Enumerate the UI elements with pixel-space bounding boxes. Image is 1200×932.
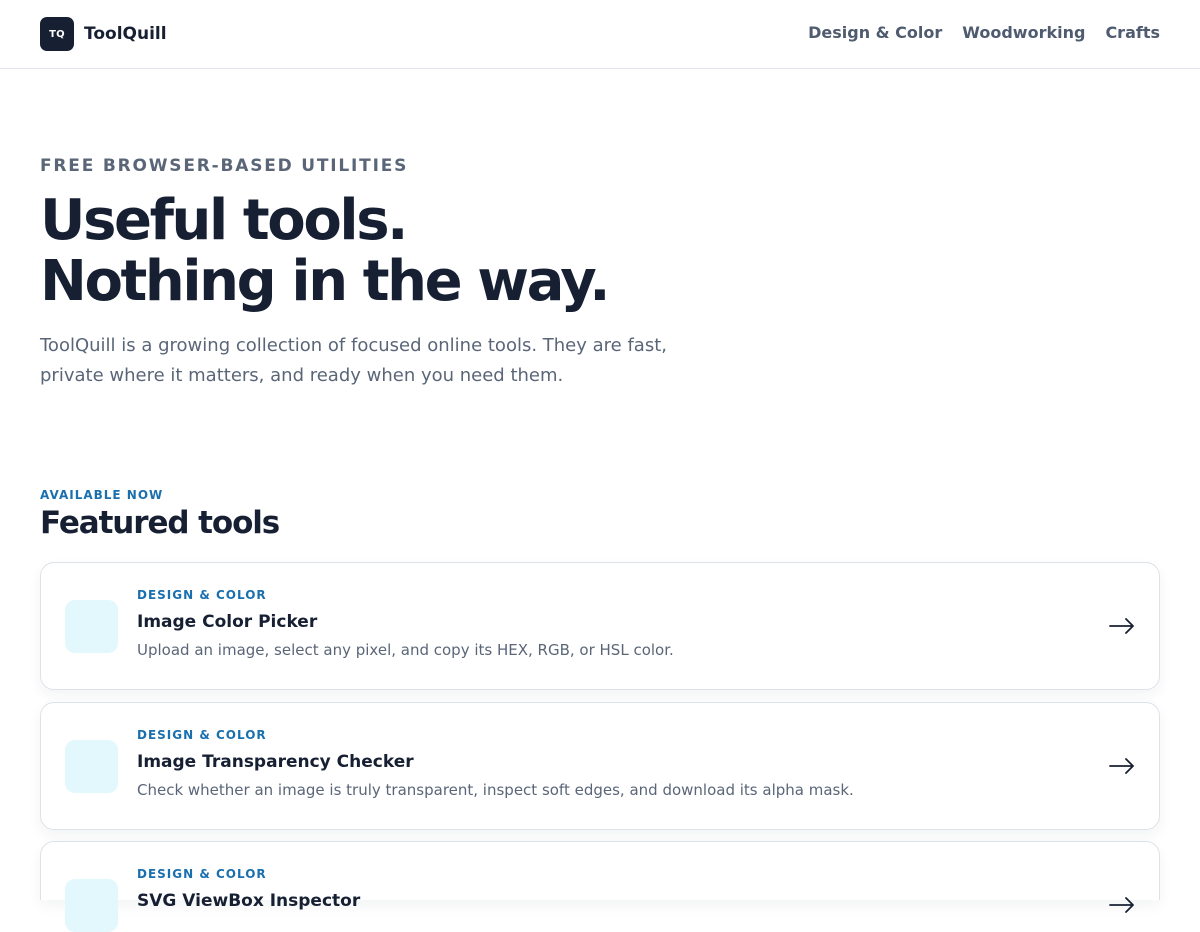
featured-title: Featured tools [40, 505, 280, 541]
hero-headline: Useful tools. Nothing in the way. [40, 190, 840, 312]
tool-category: DESIGN & COLOR [137, 588, 267, 602]
tool-description: Check whether an image is truly transpar… [137, 781, 854, 799]
arrow-right-icon [1109, 758, 1134, 774]
tool-icon-tile [65, 600, 118, 653]
tool-description: Upload an image, select any pixel, and c… [137, 641, 674, 659]
arrow-right-icon [1109, 618, 1134, 634]
tool-card-svg-viewbox-inspector[interactable]: DESIGN & COLOR SVG ViewBox Inspector [40, 841, 1160, 932]
brand-link[interactable]: TQ ToolQuill [40, 17, 167, 51]
site-header: TQ ToolQuill Design & Color Woodworking … [0, 0, 1200, 69]
hero-intro: ToolQuill is a growing collection of foc… [40, 335, 667, 386]
tool-category: DESIGN & COLOR [137, 728, 267, 742]
tool-name: SVG ViewBox Inspector [137, 891, 361, 911]
tool-card-image-color-picker[interactable]: DESIGN & COLOR Image Color Picker Upload… [40, 562, 1160, 690]
logo-badge: TQ [40, 17, 74, 51]
hero-eyebrow: FREE BROWSER-BASED UTILITIES [40, 156, 409, 176]
brand-name: ToolQuill [84, 24, 167, 44]
hero-headline-line-2: Nothing in the way. [40, 249, 611, 314]
main-nav: Design & Color Woodworking Crafts [808, 22, 1160, 44]
tool-name: Image Transparency Checker [137, 752, 414, 772]
featured-kicker: AVAILABLE NOW [40, 488, 164, 502]
tool-card-image-transparency-checker[interactable]: DESIGN & COLOR Image Transparency Checke… [40, 702, 1160, 830]
nav-link-design-color[interactable]: Design & Color [808, 22, 942, 44]
hero-headline-line-1: Useful tools. [40, 188, 408, 253]
tool-icon-tile [65, 879, 118, 932]
tool-category: DESIGN & COLOR [137, 867, 267, 881]
arrow-right-icon [1109, 897, 1134, 913]
nav-link-crafts[interactable]: Crafts [1105, 22, 1160, 44]
nav-link-woodworking[interactable]: Woodworking [962, 22, 1085, 44]
tool-name: Image Color Picker [137, 612, 318, 632]
tool-icon-tile [65, 740, 118, 793]
